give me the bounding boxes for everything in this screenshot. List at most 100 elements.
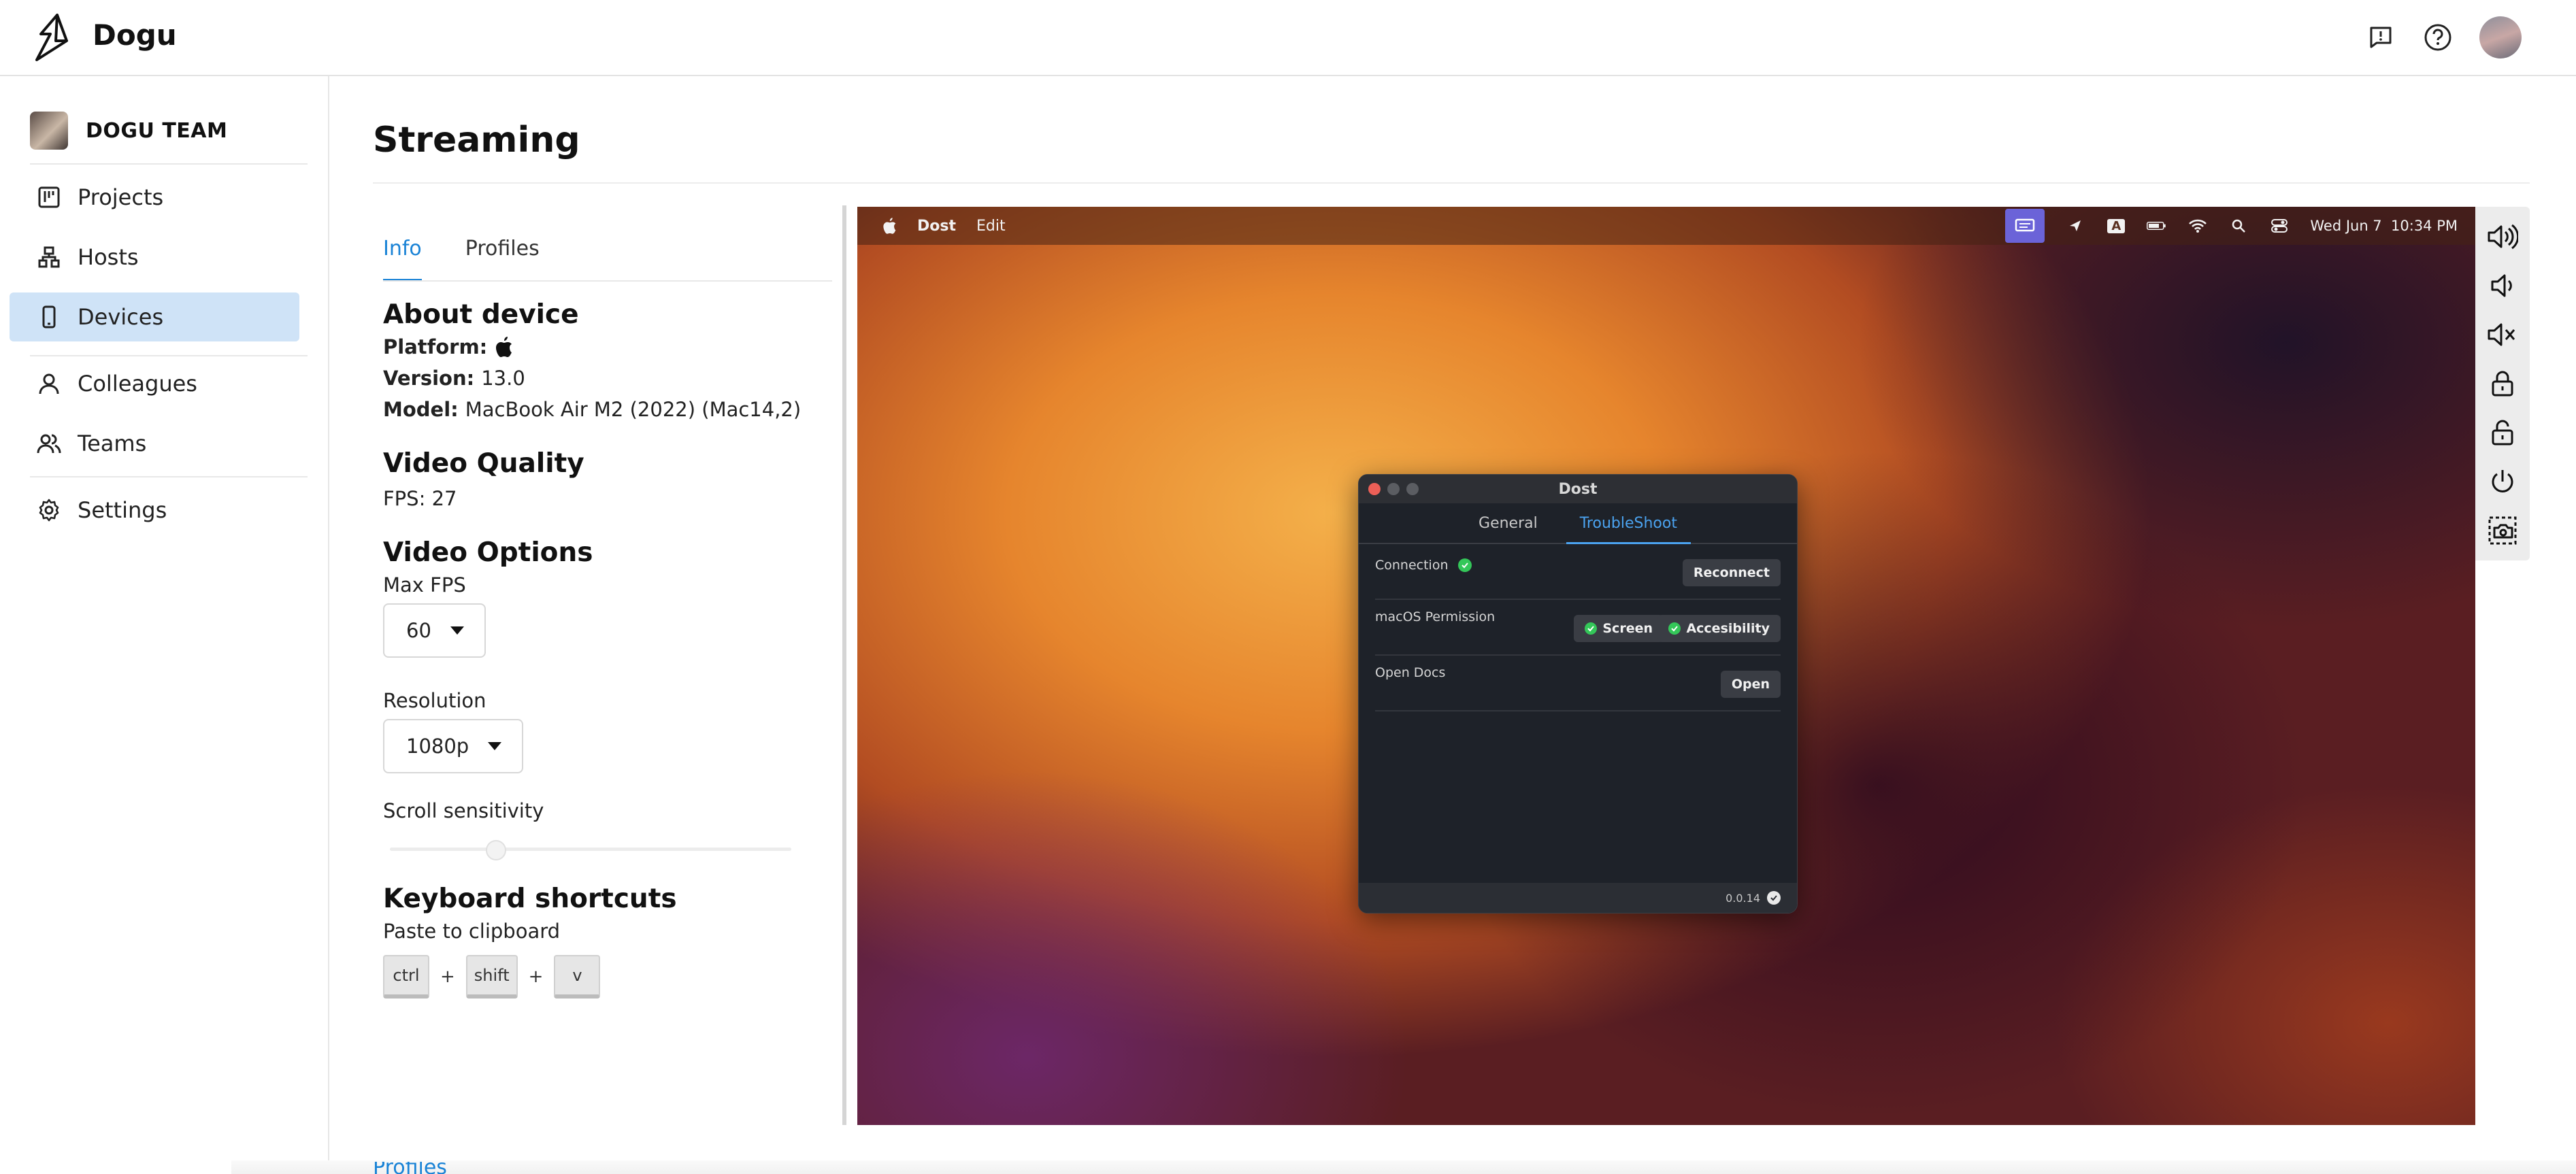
open-docs-label: Open Docs bbox=[1375, 665, 1446, 680]
video-quality-heading: Video Quality bbox=[383, 448, 584, 479]
sidebar-divider bbox=[30, 476, 308, 477]
window-controls bbox=[1368, 483, 1419, 495]
version-label: Version: bbox=[383, 367, 475, 390]
feedback-icon[interactable] bbox=[2365, 22, 2396, 53]
dost-status-icon[interactable] bbox=[2005, 209, 2045, 243]
key-shift: shift bbox=[465, 955, 518, 999]
model-label: Model: bbox=[383, 398, 459, 421]
gear-icon bbox=[34, 495, 64, 525]
page-title: Streaming bbox=[373, 120, 580, 161]
tab-bar: Info Profiles bbox=[383, 231, 583, 282]
dost-title-bar[interactable]: Dost bbox=[1359, 475, 1797, 503]
open-docs-button[interactable]: Open bbox=[1720, 671, 1781, 698]
screen-label: Screen bbox=[1602, 621, 1653, 636]
menubar-app-name[interactable]: Dost bbox=[917, 218, 956, 235]
cursor-icon[interactable] bbox=[2065, 218, 2085, 233]
sidebar-item-label: Settings bbox=[78, 497, 167, 523]
scroll-sensitivity-slider[interactable] bbox=[383, 839, 791, 860]
macos-permission-row: macOS Permission Screen Accesibility bbox=[1375, 600, 1781, 656]
tab-divider bbox=[383, 280, 832, 282]
sidebar-item-devices[interactable]: Devices bbox=[10, 292, 299, 341]
dost-window-title: Dost bbox=[1558, 480, 1598, 498]
key-ctrl: ctrl bbox=[383, 955, 429, 999]
dost-tab-bar: General TroubleShoot bbox=[1359, 503, 1797, 544]
resolution-label: Resolution bbox=[383, 689, 486, 712]
tab-info[interactable]: Info bbox=[383, 231, 422, 282]
projects-icon bbox=[34, 182, 64, 212]
sidebar-item-settings[interactable]: Settings bbox=[10, 486, 299, 535]
volume-down-icon[interactable] bbox=[2486, 269, 2519, 302]
keyboard-shortcuts-heading: Keyboard shortcuts bbox=[383, 884, 677, 914]
device-icon bbox=[34, 302, 64, 332]
slider-thumb[interactable] bbox=[486, 840, 506, 860]
sidebar-item-label: Teams bbox=[78, 431, 147, 456]
resolution-select[interactable]: 1080p bbox=[383, 719, 524, 773]
panel-divider bbox=[842, 205, 846, 1125]
apple-menu-icon[interactable] bbox=[882, 217, 897, 235]
dost-tab-general[interactable]: General bbox=[1465, 503, 1551, 543]
help-icon[interactable] bbox=[2422, 22, 2454, 53]
version-check-icon bbox=[1767, 891, 1781, 905]
dogu-logo-icon[interactable] bbox=[27, 11, 82, 65]
volume-mute-icon[interactable] bbox=[2486, 318, 2519, 351]
model-row: Model: MacBook Air M2 (2022) (Mac14,2) bbox=[383, 398, 819, 421]
user-icon bbox=[34, 369, 64, 399]
accessibility-permission-button[interactable]: Accesibility bbox=[1657, 615, 1781, 642]
screen-permission-button[interactable]: Screen bbox=[1574, 615, 1664, 642]
dost-footer: 0.0.14 bbox=[1359, 883, 1797, 913]
max-fps-value: 60 bbox=[406, 619, 431, 642]
version-value: 13.0 bbox=[481, 367, 525, 390]
app-name[interactable]: Dogu bbox=[93, 16, 177, 54]
team-avatar bbox=[30, 112, 68, 150]
battery-icon[interactable] bbox=[2147, 218, 2167, 233]
reconnect-button[interactable]: Reconnect bbox=[1682, 559, 1781, 586]
dost-tab-troubleshoot[interactable]: TroubleShoot bbox=[1566, 503, 1691, 544]
input-source-icon[interactable]: A bbox=[2106, 218, 2126, 233]
key-v: v bbox=[554, 955, 601, 999]
sidebar-item-hosts[interactable]: Hosts bbox=[10, 233, 299, 282]
lock-icon[interactable] bbox=[2486, 367, 2519, 400]
resolution-value: 1080p bbox=[406, 735, 469, 758]
chevron-down-icon bbox=[488, 742, 502, 750]
plus-sign: + bbox=[528, 967, 544, 987]
tab-profiles[interactable]: Profiles bbox=[465, 231, 540, 280]
minimize-window-icon[interactable] bbox=[1387, 483, 1400, 495]
chevron-down-icon bbox=[450, 626, 464, 635]
open-docs-row: Open Docs Open bbox=[1375, 656, 1781, 711]
device-stream-screen[interactable]: Dost Edit A Wed Jun 7 10:34 PM Dost Gene… bbox=[857, 207, 2475, 1125]
unlock-icon[interactable] bbox=[2486, 416, 2519, 449]
sidebar-item-colleagues[interactable]: Colleagues bbox=[10, 359, 299, 408]
sidebar-divider bbox=[30, 355, 308, 356]
accessibility-label: Accesibility bbox=[1686, 621, 1770, 636]
screenshot-icon[interactable] bbox=[2486, 514, 2519, 547]
power-icon[interactable] bbox=[2486, 465, 2519, 498]
about-device-heading: About device bbox=[383, 299, 579, 330]
shortcut-keys: ctrl + shift + v bbox=[383, 955, 819, 999]
platform-label: Platform: bbox=[383, 335, 488, 358]
paste-clipboard-label: Paste to clipboard bbox=[383, 920, 561, 943]
menubar-edit[interactable]: Edit bbox=[976, 218, 1006, 235]
sidebar: DOGU TEAM Projects Hosts Devices Colleag… bbox=[0, 76, 329, 1174]
sidebar-item-teams[interactable]: Teams bbox=[10, 419, 299, 468]
zoom-window-icon[interactable] bbox=[1406, 483, 1419, 495]
max-fps-select[interactable]: 60 bbox=[383, 603, 486, 658]
sidebar-item-projects[interactable]: Projects bbox=[10, 173, 299, 222]
control-center-icon[interactable] bbox=[2269, 218, 2290, 233]
device-control-strip bbox=[2475, 207, 2530, 560]
wifi-icon[interactable] bbox=[2187, 218, 2208, 233]
dost-window: Dost General TroubleShoot Connection Rec… bbox=[1358, 474, 1798, 913]
close-window-icon[interactable] bbox=[1368, 483, 1381, 495]
user-avatar[interactable] bbox=[2479, 16, 2522, 58]
volume-up-icon[interactable] bbox=[2486, 220, 2519, 253]
sidebar-item-label: Colleagues bbox=[78, 371, 197, 397]
dost-version: 0.0.14 bbox=[1725, 891, 1760, 905]
menubar-status-items: A Wed Jun 7 10:34 PM bbox=[2005, 207, 2458, 245]
menubar-clock[interactable]: Wed Jun 7 10:34 PM bbox=[2310, 218, 2458, 234]
team-switcher[interactable]: DOGU TEAM bbox=[30, 110, 227, 151]
top-bar: Dogu bbox=[0, 0, 2576, 76]
open-label: Open bbox=[1731, 677, 1770, 692]
profiles-section-link[interactable]: Profiles bbox=[373, 1162, 447, 1174]
spotlight-search-icon[interactable] bbox=[2228, 218, 2249, 233]
team-icon bbox=[34, 429, 64, 458]
video-options-heading: Video Options bbox=[383, 537, 593, 568]
